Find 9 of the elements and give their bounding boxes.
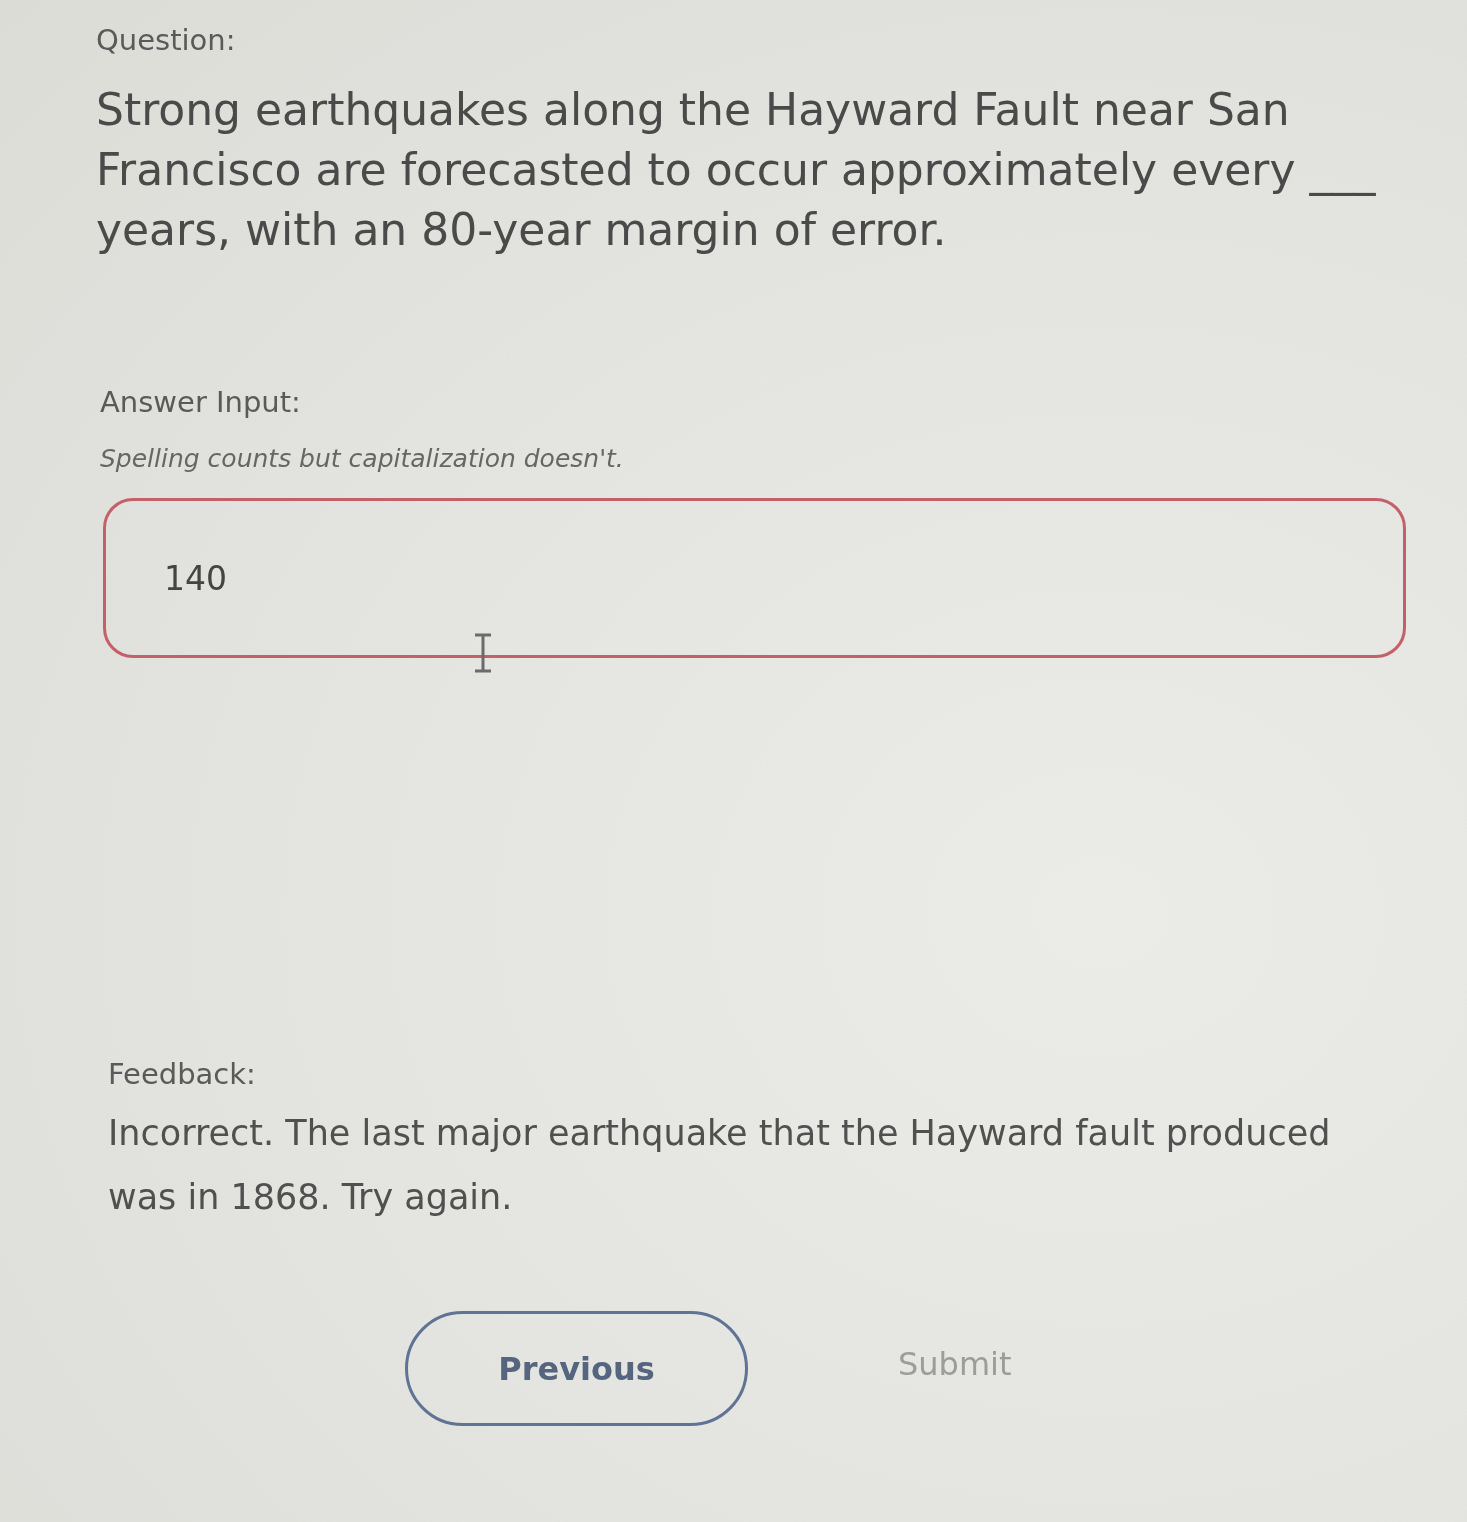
answer-field[interactable]: 140 bbox=[103, 498, 1406, 658]
question-label: Question: bbox=[96, 22, 236, 58]
answer-label: Answer Input: bbox=[100, 384, 301, 420]
feedback-label: Feedback: bbox=[108, 1056, 256, 1092]
previous-button[interactable]: Previous bbox=[405, 1311, 748, 1426]
feedback-text: Incorrect. The last major earthquake that the Hayward fault produced was in 1868. Try again. bbox=[108, 1112, 1332, 1219]
answer-hint: Spelling counts but capitalization doesn't. bbox=[100, 443, 624, 475]
text-cursor-icon bbox=[473, 633, 493, 673]
question-text: Strong earthquakes along the Hayward Fault near San Francisco are forecasted to occur approximately every ___ years, with an 80-year margin of error. bbox=[96, 83, 1377, 257]
